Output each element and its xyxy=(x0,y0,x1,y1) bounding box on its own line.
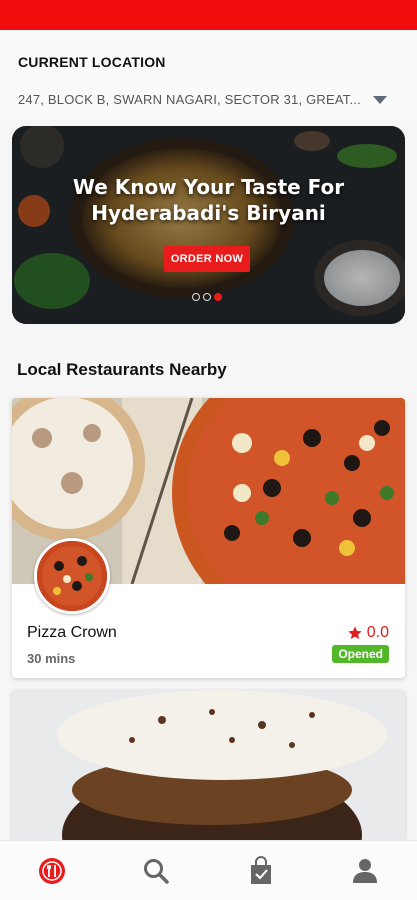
nav-search[interactable] xyxy=(104,841,208,900)
restaurant-cover-image xyxy=(12,690,405,840)
carousel-dot[interactable] xyxy=(203,293,211,301)
nav-profile[interactable] xyxy=(313,841,417,900)
location-title: CURRENT LOCATION xyxy=(18,54,166,70)
banner-title-line1: We Know Your Taste For xyxy=(72,175,345,199)
restaurant-card[interactable]: Pizza Crown 30 mins 0.0 Opened xyxy=(12,398,405,678)
profile-icon xyxy=(352,859,377,883)
chevron-down-icon[interactable] xyxy=(373,96,387,104)
carousel-dot[interactable] xyxy=(192,293,200,301)
banner-title-line2: Hyderabadi's Biryani xyxy=(91,201,326,225)
rating-value: 0.0 xyxy=(366,624,389,641)
bottom-navigation xyxy=(0,840,417,900)
restaurant-icon xyxy=(39,858,66,884)
order-now-button[interactable]: ORDER NOW xyxy=(164,246,250,272)
location-section: CURRENT LOCATION 247, BLOCK B, SWARN NAG… xyxy=(0,30,417,120)
restaurant-rating: 0.0 xyxy=(347,624,389,642)
status-badge: Opened xyxy=(332,645,389,663)
delivery-time: 30 mins xyxy=(27,651,76,666)
section-title: Local Restaurants Nearby xyxy=(17,360,227,379)
nav-restaurants[interactable] xyxy=(0,841,104,900)
nav-orders[interactable] xyxy=(209,841,313,900)
location-address[interactable]: 247, BLOCK B, SWARN NAGARI, SECTOR 31, G… xyxy=(18,92,373,107)
search-icon xyxy=(144,859,170,884)
status-bar xyxy=(0,0,417,30)
carousel-dot-active[interactable] xyxy=(214,293,222,301)
restaurant-card[interactable] xyxy=(12,690,405,840)
carousel-indicator xyxy=(192,293,222,301)
restaurant-avatar xyxy=(34,538,110,614)
star-icon xyxy=(348,626,362,640)
banner-title: We Know Your Taste For Hyderabadi's Biry… xyxy=(12,174,405,226)
shopping-bag-icon xyxy=(250,856,271,884)
restaurant-name: Pizza Crown xyxy=(27,624,117,641)
promo-banner[interactable]: We Know Your Taste For Hyderabadi's Biry… xyxy=(12,126,405,324)
